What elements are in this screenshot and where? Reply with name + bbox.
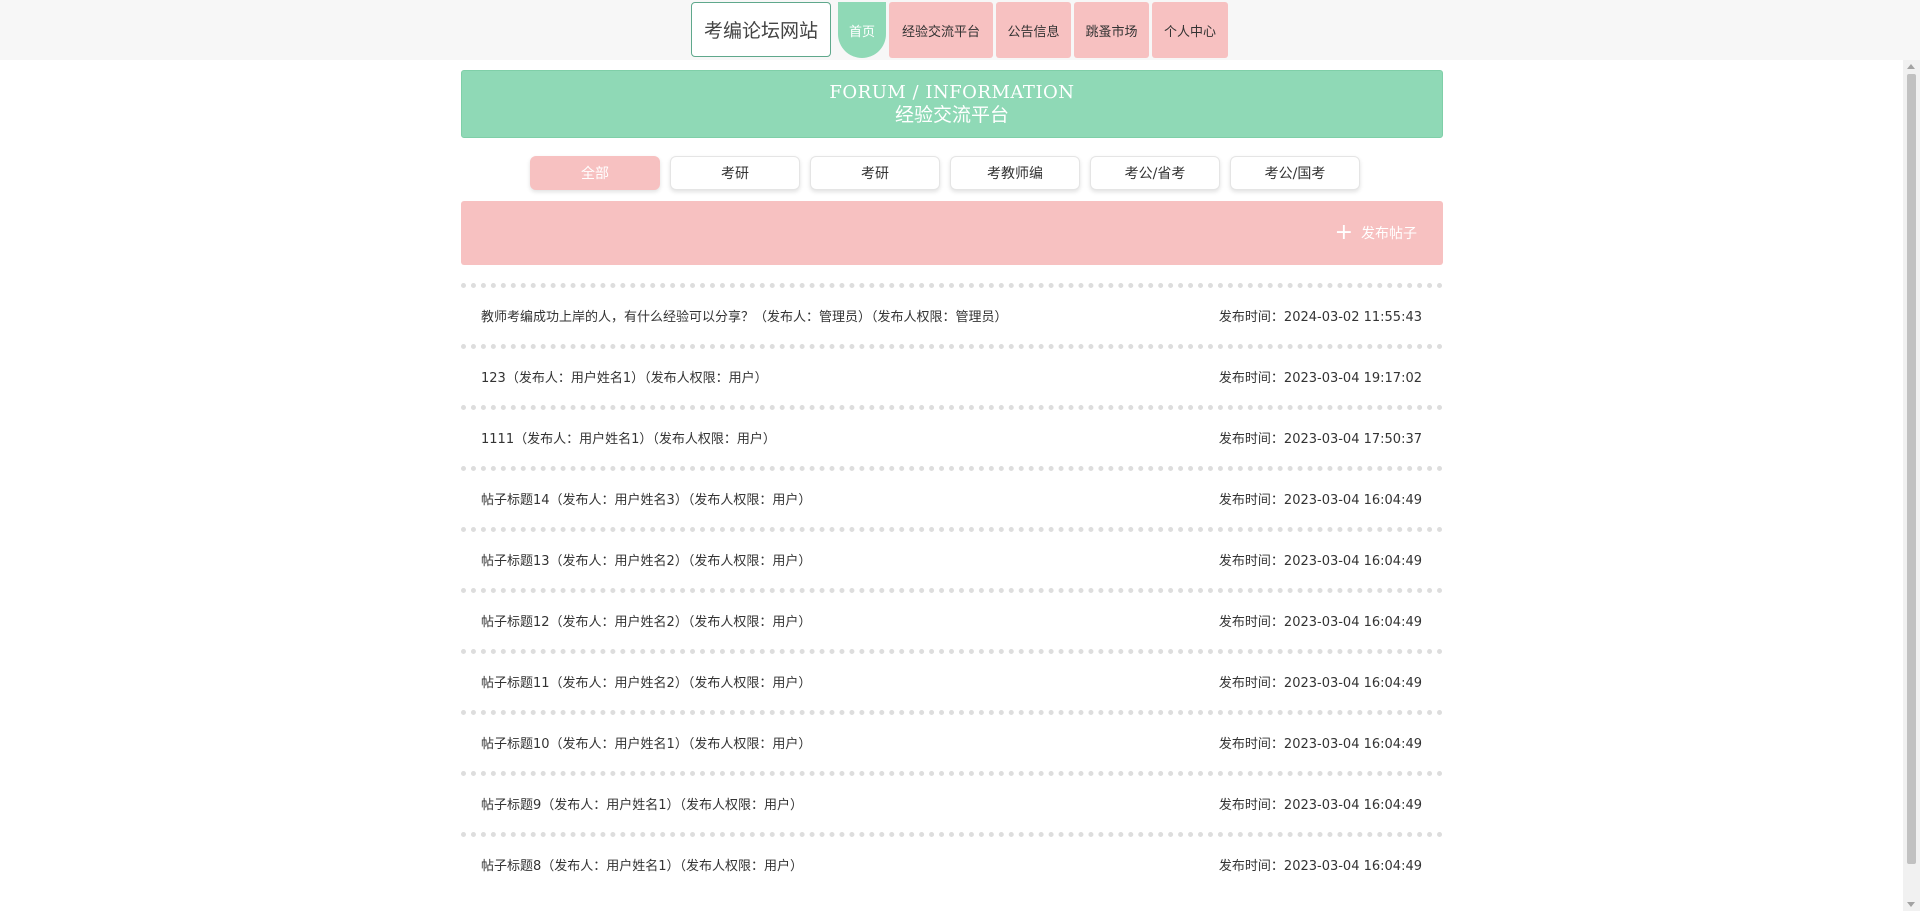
post-time: 发布时间：2024-03-02 11:55:43 (1218, 310, 1422, 325)
category-tab-kaoyan[interactable]: 考研 (670, 156, 800, 190)
category-tabs: 全部 考研 考研 考教师编 考公/省考 考公/国考 (530, 156, 1370, 192)
publish-post-button[interactable]: + 发布帖子 (1335, 221, 1417, 245)
post-row[interactable]: 帖子标题12（发布人：用户姓名2）（发布人权限：用户） 发布时间：2023-03… (461, 588, 1443, 649)
post-time: 发布时间：2023-03-04 16:04:49 (1218, 859, 1422, 874)
post-title[interactable]: 帖子标题11（发布人：用户姓名2）（发布人权限：用户） (481, 672, 811, 691)
post-time: 发布时间：2023-03-04 16:04:49 (1218, 676, 1422, 691)
category-tab-national-exam[interactable]: 考公/国考 (1230, 156, 1360, 190)
post-row[interactable]: 帖子标题10（发布人：用户姓名1）（发布人权限：用户） 发布时间：2023-03… (461, 710, 1443, 771)
nav-item-personal-center[interactable]: 个人中心 (1152, 2, 1228, 58)
category-tab-teacher-exam[interactable]: 考教师编 (950, 156, 1080, 190)
post-row[interactable]: 1111（发布人：用户姓名1）（发布人权限：用户） 发布时间：2023-03-0… (461, 405, 1443, 466)
action-bar: + 发布帖子 (461, 201, 1443, 265)
post-title[interactable]: 帖子标题10（发布人：用户姓名1）（发布人权限：用户） (481, 733, 811, 752)
publish-post-label: 发布帖子 (1361, 226, 1417, 242)
post-row[interactable]: 教师考编成功上岸的人，有什么经验可以分享？（发布人：管理员）（发布人权限：管理员… (461, 283, 1443, 344)
post-title[interactable]: 帖子标题13（发布人：用户姓名2）（发布人权限：用户） (481, 550, 811, 569)
nav-item-announcements[interactable]: 公告信息 (996, 2, 1071, 58)
post-list: 教师考编成功上岸的人，有什么经验可以分享？（发布人：管理员）（发布人权限：管理员… (461, 283, 1443, 893)
nav-item-home[interactable]: 首页 (838, 2, 886, 58)
main-nav: 考编论坛网站 首页 经验交流平台 公告信息 跳蚤市场 个人中心 (691, 2, 1231, 60)
post-row[interactable]: 123（发布人：用户姓名1）（发布人权限：用户） 发布时间：2023-03-04… (461, 344, 1443, 405)
category-tab-provincial-exam[interactable]: 考公/省考 (1090, 156, 1220, 190)
post-title[interactable]: 帖子标题12（发布人：用户姓名2）（发布人权限：用户） (481, 611, 811, 630)
post-row[interactable]: 帖子标题13（发布人：用户姓名2）（发布人权限：用户） 发布时间：2023-03… (461, 527, 1443, 588)
post-title[interactable]: 1111（发布人：用户姓名1）（发布人权限：用户） (481, 428, 776, 447)
site-logo[interactable]: 考编论坛网站 (691, 2, 831, 57)
post-time: 发布时间：2023-03-04 19:17:02 (1218, 371, 1422, 386)
post-time: 发布时间：2023-03-04 16:04:49 (1218, 493, 1422, 508)
post-time: 发布时间：2023-03-04 16:04:49 (1218, 615, 1422, 630)
post-row[interactable]: 帖子标题8（发布人：用户姓名1）（发布人权限：用户） 发布时间：2023-03-… (461, 832, 1443, 893)
plus-icon: + (1334, 220, 1353, 245)
post-title[interactable]: 帖子标题9（发布人：用户姓名1）（发布人权限：用户） (481, 794, 803, 813)
post-title[interactable]: 帖子标题8（发布人：用户姓名1）（发布人权限：用户） (481, 855, 803, 874)
banner-title-english: FORUM / INFORMATION (829, 82, 1075, 103)
category-tab-all[interactable]: 全部 (530, 156, 660, 190)
post-title[interactable]: 123（发布人：用户姓名1）（发布人权限：用户） (481, 367, 768, 386)
post-title[interactable]: 教师考编成功上岸的人，有什么经验可以分享？（发布人：管理员）（发布人权限：管理员… (481, 306, 1008, 325)
post-time: 发布时间：2023-03-04 16:04:49 (1218, 554, 1422, 569)
scroll-down-arrow-icon[interactable] (1907, 902, 1915, 907)
page-scrollbar[interactable] (1903, 60, 1920, 911)
scrollbar-thumb[interactable] (1907, 74, 1916, 864)
post-time: 发布时间：2023-03-04 17:50:37 (1218, 432, 1422, 447)
banner-title-chinese: 经验交流平台 (894, 104, 1009, 126)
nav-item-experience-forum[interactable]: 经验交流平台 (889, 2, 993, 58)
page-banner: FORUM / INFORMATION 经验交流平台 (461, 70, 1443, 138)
post-time: 发布时间：2023-03-04 16:04:49 (1218, 737, 1422, 752)
post-row[interactable]: 帖子标题9（发布人：用户姓名1）（发布人权限：用户） 发布时间：2023-03-… (461, 771, 1443, 832)
post-row[interactable]: 帖子标题11（发布人：用户姓名2）（发布人权限：用户） 发布时间：2023-03… (461, 649, 1443, 710)
post-title[interactable]: 帖子标题14（发布人：用户姓名3）（发布人权限：用户） (481, 489, 811, 508)
category-tab-kaoyan-2[interactable]: 考研 (810, 156, 940, 190)
nav-item-flea-market[interactable]: 跳蚤市场 (1074, 2, 1149, 58)
post-time: 发布时间：2023-03-04 16:04:49 (1218, 798, 1422, 813)
scroll-up-arrow-icon[interactable] (1907, 64, 1915, 69)
top-navigation-bar: 考编论坛网站 首页 经验交流平台 公告信息 跳蚤市场 个人中心 (0, 0, 1920, 60)
post-row[interactable]: 帖子标题14（发布人：用户姓名3）（发布人权限：用户） 发布时间：2023-03… (461, 466, 1443, 527)
